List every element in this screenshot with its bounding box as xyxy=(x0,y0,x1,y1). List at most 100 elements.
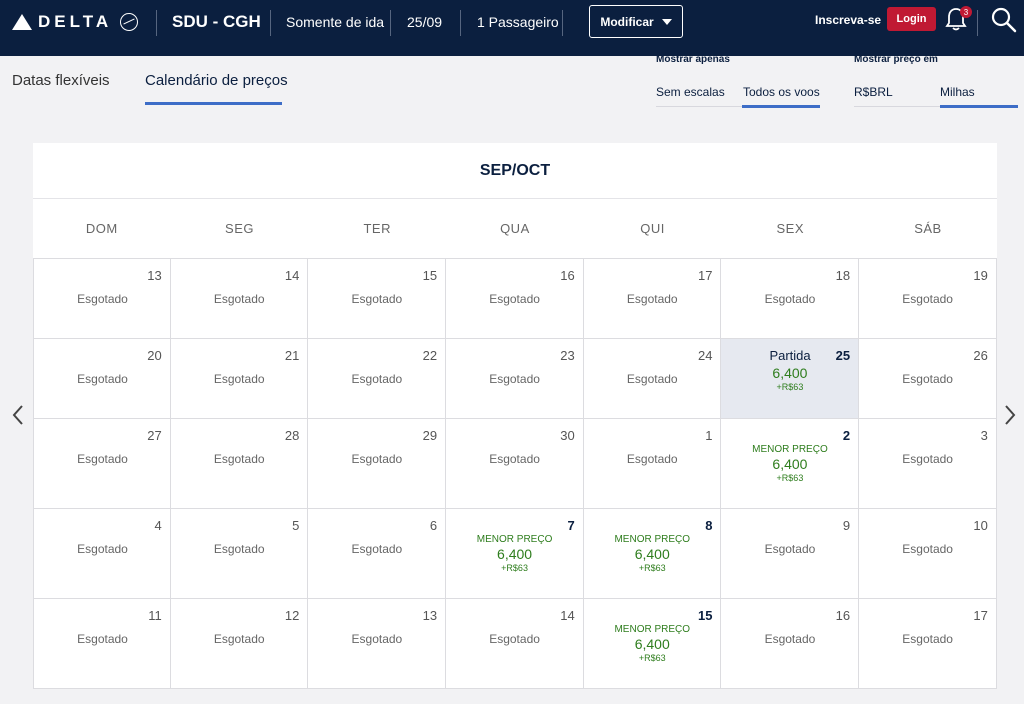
miles-price: 6,400 xyxy=(634,546,670,562)
calendar-day-cell: 23 Esgotado xyxy=(446,339,584,419)
delta-logo[interactable]: DELTA xyxy=(12,11,139,33)
day-number: 16 xyxy=(835,608,851,623)
calendar-day-cell: 6 Esgotado xyxy=(308,509,447,599)
miles-price: 6,400 xyxy=(634,636,670,652)
day-number: 16 xyxy=(560,268,575,283)
sold-out-label: Esgotado xyxy=(213,452,265,466)
divider xyxy=(390,10,391,36)
calendar-day-cell: 11 Esgotado xyxy=(33,599,171,689)
price-currency-brl[interactable]: R$BRL xyxy=(854,85,893,99)
calendar-week-row: 4 Esgotado 5 Esgotado 6 Esgotado 7 MENOR PREÇO 6… xyxy=(33,509,997,599)
day-number: 21 xyxy=(284,348,300,363)
day-number: 2 xyxy=(842,428,851,443)
price-currency-miles[interactable]: Milhas xyxy=(940,85,975,99)
calendar-day-cell: 12 Esgotado xyxy=(170,599,309,689)
login-button[interactable]: Login xyxy=(887,7,936,31)
calendar-day-cell: 20 Esgotado xyxy=(33,339,171,419)
tax-surcharge: +R$63 xyxy=(776,382,804,392)
sold-out-label: Esgotado xyxy=(77,292,128,306)
miles-price: 6,400 xyxy=(497,546,533,562)
calendar-week-row: 13 Esgotado 14 Esgotado 15 Esgotado 16 Esgotado… xyxy=(33,259,997,339)
calendar-day-cell[interactable]: 7 MENOR PREÇO 6,400 +R$63 xyxy=(446,509,584,599)
day-number: 13 xyxy=(422,608,438,623)
tax-surcharge: +R$63 xyxy=(501,563,528,573)
calendar-month-title: SEP/OCT xyxy=(33,143,997,199)
lowest-price-label: MENOR PREÇO xyxy=(614,534,691,545)
day-number: 18 xyxy=(835,268,851,283)
sold-out-label: Esgotado xyxy=(351,542,403,556)
day-number: 13 xyxy=(147,268,162,283)
calendar-day-cell[interactable]: 2 MENOR PREÇO 6,400 +R$63 xyxy=(721,419,860,509)
calendar-day-cell: 22 Esgotado xyxy=(308,339,447,419)
calendar-day-cell: 4 Esgotado xyxy=(33,509,171,599)
calendar-day-cell: 18 Esgotado xyxy=(721,259,860,339)
calendar-day-cell: 9 Esgotado xyxy=(721,509,860,599)
price-calendar: SEP/OCT DOM SEG TER QUA QUI SEX SÁB 13 Esgotado… xyxy=(33,143,997,689)
sold-out-label: Esgotado xyxy=(626,372,678,386)
sold-out-label: Esgotado xyxy=(902,292,953,306)
sold-out-label: Esgotado xyxy=(489,452,540,466)
calendar-day-cell[interactable]: 15 MENOR PREÇO 6,400 +R$63 xyxy=(583,599,722,689)
day-number: 23 xyxy=(560,348,575,363)
sold-out-label: Esgotado xyxy=(351,452,403,466)
show-only-label: Mostrar apenas xyxy=(656,54,730,65)
sold-out-label: Esgotado xyxy=(764,632,816,646)
price-active-indicator xyxy=(940,105,1018,108)
lowest-price-label: MENOR PREÇO xyxy=(476,534,553,545)
calendar-day-cell: 28 Esgotado xyxy=(170,419,309,509)
search-icon[interactable] xyxy=(991,7,1017,33)
skyteam-globe-icon xyxy=(120,13,139,31)
day-number: 17 xyxy=(973,608,988,623)
passengers-label: 1 Passageiro xyxy=(477,14,559,30)
day-number: 28 xyxy=(284,428,300,443)
day-number: 15 xyxy=(422,268,438,283)
chevron-right-icon[interactable] xyxy=(1003,404,1017,426)
filter-active-indicator xyxy=(742,105,820,108)
tax-surcharge: +R$63 xyxy=(638,653,666,663)
day-number: 27 xyxy=(147,428,162,443)
lowest-price-label: MENOR PREÇO xyxy=(752,444,828,455)
day-number: 5 xyxy=(292,518,300,533)
tab-flexible-dates[interactable]: Datas flexíveis xyxy=(12,72,110,89)
day-number: 7 xyxy=(567,518,575,533)
calendar-day-cell: 14 Esgotado xyxy=(446,599,584,689)
divider xyxy=(270,10,271,36)
day-number: 6 xyxy=(429,518,438,533)
calendar-day-cell[interactable]: 8 MENOR PREÇO 6,400 +R$63 xyxy=(583,509,722,599)
day-number: 11 xyxy=(148,608,162,623)
sold-out-label: Esgotado xyxy=(902,542,953,556)
filter-nonstop[interactable]: Sem escalas xyxy=(656,85,725,99)
tab-price-calendar[interactable]: Calendário de preços xyxy=(145,72,288,89)
calendar-day-cell: 3 Esgotado xyxy=(859,419,997,509)
day-number: 8 xyxy=(705,518,713,533)
calendar-day-cell: 17 Esgotado xyxy=(859,599,997,689)
sold-out-label: Esgotado xyxy=(77,452,128,466)
day-number: 22 xyxy=(422,348,438,363)
sold-out-label: Esgotado xyxy=(77,372,128,386)
sold-out-label: Esgotado xyxy=(77,632,128,646)
divider xyxy=(460,10,461,36)
sold-out-label: Esgotado xyxy=(902,372,953,386)
brand-name: DELTA xyxy=(38,12,113,31)
day-number: 12 xyxy=(284,608,300,623)
sold-out-label: Esgotado xyxy=(626,292,678,306)
calendar-day-cell: 30 Esgotado xyxy=(446,419,584,509)
modify-button[interactable]: Modificar xyxy=(589,5,683,38)
day-number: 25 xyxy=(835,348,851,363)
chevron-left-icon[interactable] xyxy=(11,404,25,426)
calendar-week-row: 20 Esgotado 21 Esgotado 22 Esgotado 23 Esgotado… xyxy=(33,339,997,419)
caret-down-icon xyxy=(661,18,672,25)
calendar-week-row: 11 Esgotado 12 Esgotado 13 Esgotado 14 Esgotado… xyxy=(33,599,997,689)
signup-link[interactable]: Inscreva-se xyxy=(815,13,881,27)
calendar-day-cell[interactable]: 25 Partida 6,400 +R$63 xyxy=(721,339,860,419)
calendar-day-cell: 13 Esgotado xyxy=(308,599,447,689)
sold-out-label: Esgotado xyxy=(213,372,265,386)
day-number: 19 xyxy=(973,268,988,283)
calendar-day-cell: 27 Esgotado xyxy=(33,419,171,509)
calendar-day-cell: 5 Esgotado xyxy=(170,509,309,599)
sold-out-label: Esgotado xyxy=(213,542,265,556)
filter-all-flights[interactable]: Todos os voos xyxy=(743,85,820,99)
day-number: 24 xyxy=(697,348,713,363)
calendar-day-cell: 16 Esgotado xyxy=(721,599,860,689)
calendar-day-cell: 10 Esgotado xyxy=(859,509,997,599)
